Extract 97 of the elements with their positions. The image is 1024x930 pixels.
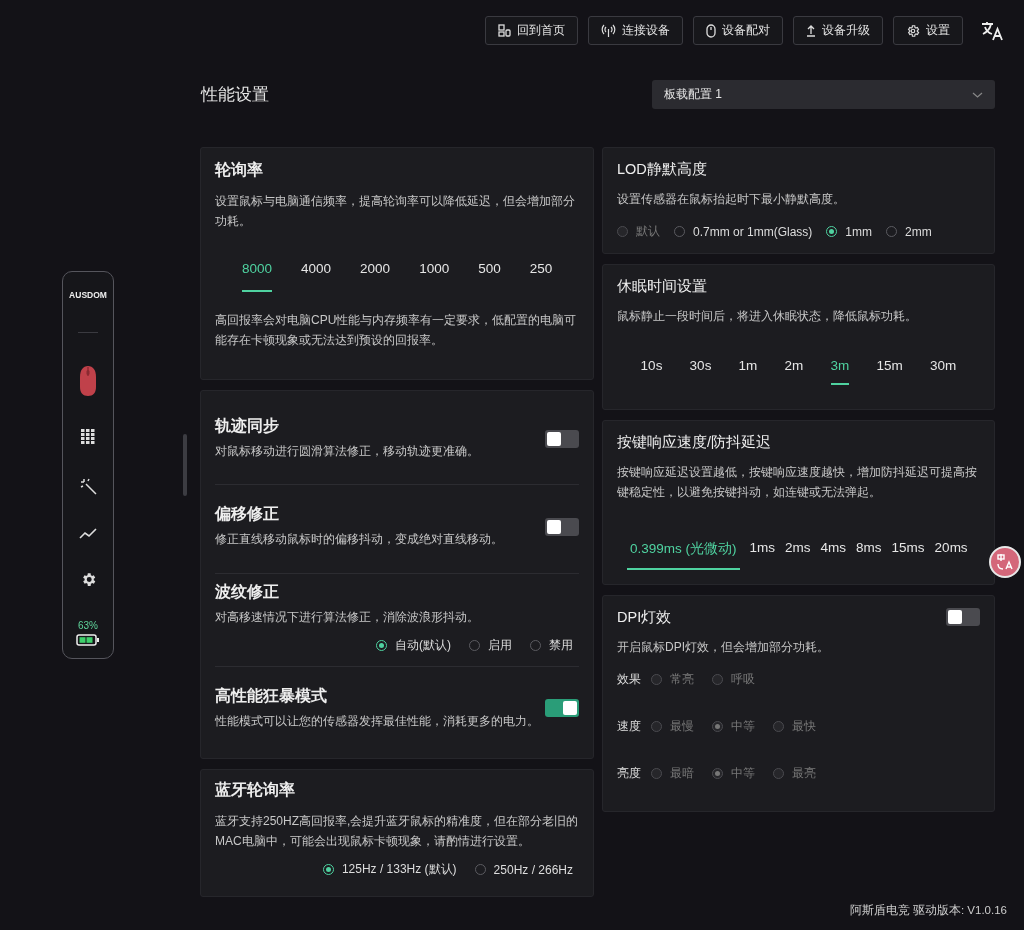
radio-button[interactable]: [773, 768, 784, 779]
card-title: LOD静默高度: [617, 160, 707, 179]
radio-option[interactable]: 呼吸: [712, 671, 755, 688]
battery-icon: [76, 634, 100, 646]
toolbar-button[interactable]: 设备升级: [793, 16, 883, 45]
debounce-option[interactable]: 0.399ms (光微动): [627, 532, 740, 570]
radio-option[interactable]: 最慢: [651, 718, 694, 735]
radio-button[interactable]: [712, 768, 723, 779]
version-text: 阿斯盾电竞 驱动版本: V1.0.16: [849, 903, 1007, 918]
radio-button[interactable]: [712, 674, 723, 685]
card-title: DPI灯效: [617, 608, 672, 627]
toolbar-button[interactable]: 设备配对: [693, 16, 783, 45]
sleep-time-option[interactable]: 30s: [689, 350, 712, 385]
chevron-down-icon: [972, 91, 983, 98]
translate-icon: [996, 553, 1014, 571]
setting-description: 对高移速情况下进行算法修正，消除波浪形抖动。: [215, 608, 479, 626]
toggle-switch[interactable]: [545, 699, 579, 718]
sleep-time-option[interactable]: 10s: [640, 350, 663, 385]
toggle-switch[interactable]: [946, 608, 980, 626]
polling-rate-option[interactable]: 500: [478, 253, 501, 292]
toolbar-button[interactable]: 回到首页: [485, 16, 578, 45]
radio-option[interactable]: 250Hz / 266Hz: [474, 861, 573, 878]
card-title: 蓝牙轮询率: [215, 780, 295, 800]
debounce-option[interactable]: 2ms: [785, 532, 811, 570]
profile-dropdown[interactable]: 板载配置 1: [652, 80, 995, 109]
debounce-option[interactable]: 20ms: [934, 532, 968, 570]
radio-option[interactable]: 启用: [469, 636, 512, 654]
toolbar-button[interactable]: 设置: [893, 16, 963, 45]
radio-option[interactable]: 2mm: [886, 223, 932, 240]
debounce-option[interactable]: 8ms: [856, 532, 882, 570]
settings-icon: [906, 23, 920, 38]
setting-title: 波纹修正: [215, 581, 279, 602]
sleep-time-option[interactable]: 3m: [830, 350, 850, 385]
setting-title: 轨迹同步: [215, 416, 279, 437]
sleep-time-option[interactable]: 15m: [876, 350, 903, 385]
sleep-time-option[interactable]: 2m: [784, 350, 804, 385]
card-note: 高回报率会对电脑CPU性能与内存频率有一定要求，低配置的电脑可能存在卡顿现象或无法达到预设的回报率。: [215, 312, 578, 349]
radio-button[interactable]: [651, 721, 662, 732]
toggle-switch[interactable]: [545, 429, 579, 448]
page-title: 性能设置: [201, 84, 269, 106]
radio-option[interactable]: 禁用: [530, 636, 573, 654]
toolbar-button[interactable]: 连接设备: [588, 16, 683, 45]
radio-option[interactable]: 125Hz / 133Hz (默认): [322, 861, 457, 878]
upload-icon: [806, 24, 816, 37]
scrollbar-thumb[interactable]: [183, 434, 187, 496]
radio-option[interactable]: 最暗: [651, 765, 694, 782]
radio-option[interactable]: 自动(默认): [376, 636, 451, 654]
polling-rate-option[interactable]: 1000: [419, 253, 450, 292]
keypad-icon[interactable]: [81, 429, 95, 446]
radio-option[interactable]: 最亮: [773, 765, 816, 782]
brand-logo: AUSDOM: [69, 290, 107, 300]
option-label: 效果: [617, 671, 641, 688]
card-description: 开启鼠标DPI灯效，但会增加部分功耗。: [617, 639, 829, 656]
card-description: 设置鼠标与电脑通信频率，提高轮询率可以降低延迟，但会增加部分功耗。: [215, 193, 576, 230]
debounce-option[interactable]: 15ms: [891, 532, 925, 570]
radio-button[interactable]: [773, 721, 784, 732]
translate-badge[interactable]: [989, 546, 1021, 578]
card-description: 鼠标静止一段时间后，将进入休眠状态，降低鼠标功耗。: [617, 308, 917, 325]
setting-title: 高性能狂暴模式: [215, 685, 327, 706]
polling-rate-option[interactable]: 4000: [301, 253, 332, 292]
translate-icon[interactable]: [981, 20, 1003, 41]
radio-button[interactable]: [712, 721, 723, 732]
sleep-time-option[interactable]: 30m: [930, 350, 957, 385]
radio-option[interactable]: 中等: [712, 718, 755, 735]
polling-rate-option[interactable]: 250: [529, 253, 553, 292]
home-icon: [498, 24, 511, 37]
debounce-option[interactable]: 1ms: [749, 532, 776, 570]
setting-description: 性能模式可以让您的传感器发挥最佳性能，消耗更多的电力。: [215, 712, 539, 730]
debounce-option[interactable]: 4ms: [820, 532, 847, 570]
option-label: 速度: [617, 718, 641, 735]
polling-rate-option[interactable]: 8000: [242, 253, 273, 292]
setting-description: 对鼠标移动进行圆滑算法修正，移动轨迹更准确。: [215, 443, 479, 461]
radio-button[interactable]: [651, 768, 662, 779]
radio-option[interactable]: 中等: [712, 765, 755, 782]
card-description: 按键响应延迟设置越低，按键响应速度越快，增加防抖延迟可提高按键稳定性，以避免按键抖动，如连键或无法弹起。: [617, 464, 978, 501]
radio-option[interactable]: 最快: [773, 718, 816, 735]
card-description: 蓝牙支持250HZ高回报率,会提升蓝牙鼠标的精准度，但在部分老旧的MAC电脑中，可能会出现鼠标卡顿现象，请酌情进行设置。: [215, 813, 579, 850]
line-chart-icon[interactable]: [79, 526, 97, 539]
mouse-icon: [706, 23, 716, 38]
card-title: 轮询率: [215, 160, 263, 180]
radio-button[interactable]: [651, 674, 662, 685]
card-title: 休眠时间设置: [617, 277, 707, 296]
toggle-switch[interactable]: [545, 518, 579, 536]
mouse-drawing[interactable]: [79, 365, 97, 398]
option-label: 亮度: [617, 765, 641, 782]
setting-title: 偏移修正: [215, 504, 279, 525]
card-title: 按键响应速度/防抖延迟: [617, 433, 772, 452]
card-description: 设置传感器在鼠标抬起时下最小静默高度。: [617, 191, 845, 208]
radio-option[interactable]: 0.7mm or 1mm(Glass): [674, 223, 813, 240]
radio-option[interactable]: 1mm: [826, 223, 872, 240]
polling-rate-option[interactable]: 2000: [360, 253, 391, 292]
magic-wand-icon[interactable]: [79, 477, 97, 495]
signal-icon: [601, 24, 616, 37]
sleep-time-option[interactable]: 1m: [738, 350, 758, 385]
battery-percent: 63%: [78, 620, 98, 631]
setting-description: 修正直线移动鼠标时的偏移抖动，变成绝对直线移动。: [215, 531, 503, 549]
radio-option[interactable]: 常亮: [651, 671, 694, 688]
